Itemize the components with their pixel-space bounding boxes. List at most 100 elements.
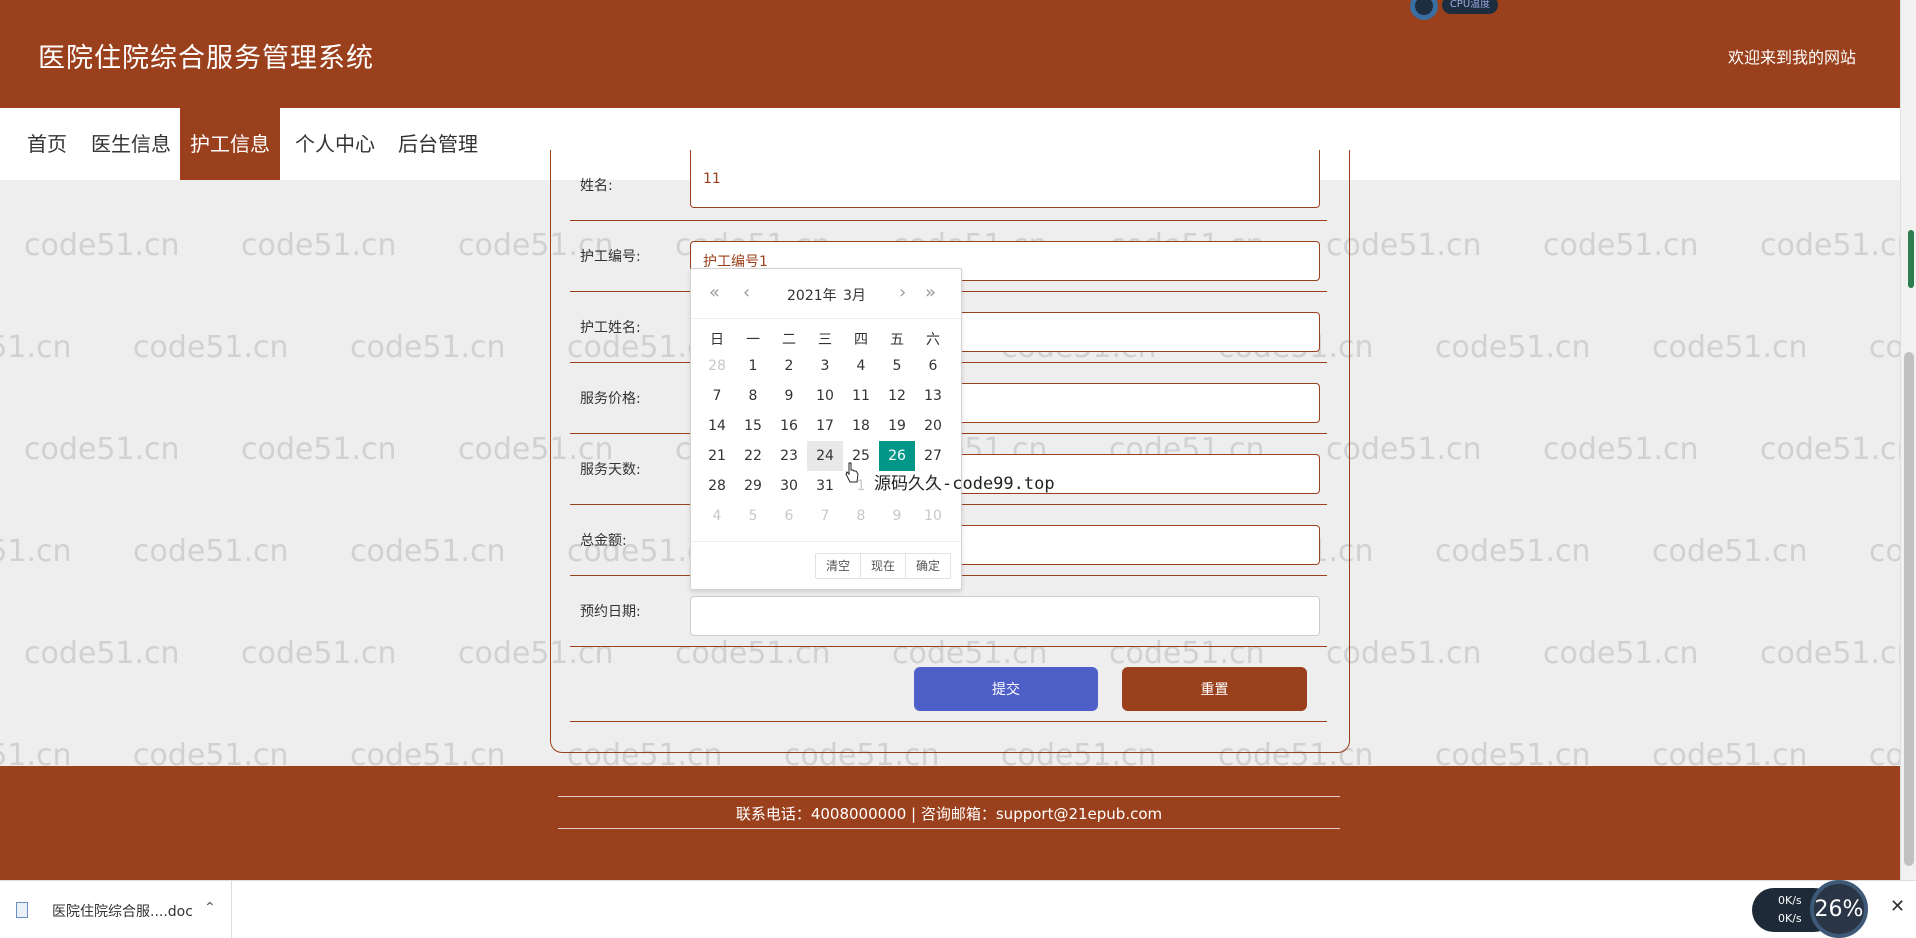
watermark-text: code51.cn <box>241 228 397 263</box>
watermark-text: code51.cn <box>133 330 289 365</box>
calendar-day[interactable]: 27 <box>915 441 951 471</box>
calendar-day[interactable]: 28 <box>699 471 735 501</box>
calendar-day[interactable]: 19 <box>879 411 915 441</box>
scroll-indicator <box>1908 230 1914 288</box>
nav-item-admin[interactable]: 后台管理 <box>398 108 478 180</box>
calendar-day-other-month[interactable]: 4 <box>699 501 735 531</box>
calendar-day[interactable]: 30 <box>771 471 807 501</box>
download-item[interactable]: 医院住院综合服....doc ⌃ <box>0 881 232 938</box>
watermark-text: code51.cn <box>133 534 289 569</box>
calendar-day[interactable]: 2 <box>771 351 807 381</box>
watermark-text: code51.cn <box>350 330 506 365</box>
calendar-day[interactable]: 7 <box>699 381 735 411</box>
calendar-week: 7 8 9 10 11 12 13 <box>699 381 955 411</box>
calendar-day[interactable]: 5 <box>879 351 915 381</box>
calendar-day-other-month[interactable]: 5 <box>735 501 771 531</box>
download-shelf: 医院住院综合服....doc ⌃ <box>0 880 1916 938</box>
watermark-text: code51.cn <box>241 432 397 467</box>
calendar-day[interactable]: 3 <box>807 351 843 381</box>
calendar-day[interactable]: 11 <box>843 381 879 411</box>
calendar-day-other-month[interactable]: 9 <box>879 501 915 531</box>
calendar-week: 14 15 16 17 18 19 20 <box>699 411 955 441</box>
calendar-day[interactable]: 16 <box>771 411 807 441</box>
prev-month-icon[interactable]: ‹ <box>743 283 750 303</box>
watermark-text: code51.cn <box>1652 330 1808 365</box>
calendar-day[interactable]: 18 <box>843 411 879 441</box>
source-tooltip: 源码久久-code99.top <box>874 474 1055 494</box>
page-scrollbar[interactable] <box>1900 0 1916 880</box>
date-picker: « ‹ 2021年 3月 › » 日一二三四五六 28 1 2 3 4 5 6 7 8 9 10 11… <box>690 268 962 590</box>
calendar-day[interactable]: 8 <box>735 381 771 411</box>
year-selector[interactable]: 2021年 <box>787 285 837 305</box>
chevron-up-icon[interactable]: ⌃ <box>204 900 216 916</box>
watermark-text: code51.cn <box>1652 534 1808 569</box>
calendar-day[interactable]: 20 <box>915 411 951 441</box>
site-header: 医院住院综合服务管理系统 CPU温度 欢迎来到我的网站 <box>0 0 1900 108</box>
calendar-day[interactable]: 13 <box>915 381 951 411</box>
watermark-text: code51.cn <box>1543 432 1699 467</box>
reset-button[interactable]: 重置 <box>1122 667 1307 711</box>
divider <box>570 721 1327 722</box>
calendar-day[interactable]: 14 <box>699 411 735 441</box>
calendar-day-other-month[interactable]: 7 <box>807 501 843 531</box>
cpu-temperature-widget[interactable]: CPU温度 <box>1410 0 1528 22</box>
calendar-day[interactable]: 22 <box>735 441 771 471</box>
calendar-day[interactable]: 24 <box>807 441 843 471</box>
field-label: 护工姓名: <box>580 320 641 336</box>
calendar-day[interactable]: 4 <box>843 351 879 381</box>
calendar-day-other-month[interactable]: 6 <box>771 501 807 531</box>
network-usage-gauge: 26% <box>1810 880 1868 938</box>
calendar-day[interactable]: 31 <box>807 471 843 501</box>
watermark-text: code51.cn <box>350 534 506 569</box>
calendar-day[interactable]: 9 <box>771 381 807 411</box>
document-icon <box>16 902 28 918</box>
calendar-day[interactable]: 15 <box>735 411 771 441</box>
footer-divider <box>558 828 1340 829</box>
submit-button[interactable]: 提交 <box>914 667 1098 711</box>
close-shelf-icon[interactable]: ✕ <box>1890 896 1905 917</box>
calendar-day[interactable]: 21 <box>699 441 735 471</box>
calendar-day[interactable]: 17 <box>807 411 843 441</box>
field-label: 护工编号: <box>580 249 641 265</box>
nav-item-doctors[interactable]: 医生信息 <box>91 108 171 180</box>
calendar-day-other-month[interactable]: 28 <box>699 351 735 381</box>
welcome-text: 欢迎来到我的网站 <box>1727 48 1856 67</box>
calendar-day[interactable]: 10 <box>807 381 843 411</box>
watermark-text: code51.cn <box>1760 228 1916 263</box>
site-footer: 联系电话：4008000000 | 咨询邮箱：support@21epub.co… <box>0 766 1900 880</box>
nav-item-caregivers[interactable]: 护工信息 <box>180 108 280 180</box>
calendar-week: 4 5 6 7 8 9 10 <box>699 501 955 531</box>
date-picker-footer: 清空 现在 确定 <box>691 541 961 589</box>
watermark-text: code51.cn <box>1435 330 1591 365</box>
form-row-name: 姓名: 11 <box>570 150 1327 221</box>
network-speed-widget[interactable]: 0K/s 0K/s 26% <box>1752 880 1868 938</box>
watermark-text: code51.cn <box>24 432 180 467</box>
name-input[interactable]: 11 <box>690 150 1320 208</box>
confirm-date-button[interactable]: 确定 <box>906 554 950 578</box>
nav-item-profile[interactable]: 个人中心 <box>295 108 375 180</box>
calendar-day[interactable]: 29 <box>735 471 771 501</box>
now-button[interactable]: 现在 <box>861 554 906 578</box>
calendar-day[interactable]: 6 <box>915 351 951 381</box>
booking-date-input[interactable] <box>690 596 1320 636</box>
prev-year-icon[interactable]: « <box>709 283 720 303</box>
clear-date-button[interactable]: 清空 <box>816 554 861 578</box>
cpu-label: CPU温度 <box>1442 0 1498 14</box>
next-month-icon[interactable]: › <box>899 283 906 303</box>
calendar-day[interactable]: 12 <box>879 381 915 411</box>
nav-item-home[interactable]: 首页 <box>27 108 67 180</box>
calendar-day-other-month[interactable]: 8 <box>843 501 879 531</box>
footer-contact: 联系电话：4008000000 | 咨询邮箱：support@21epub.co… <box>735 805 1163 823</box>
calendar-day[interactable]: 1 <box>735 351 771 381</box>
watermark-text: code51.cn <box>1760 432 1916 467</box>
watermark-text: code51.cn <box>24 636 180 671</box>
calendar-day-other-month[interactable]: 10 <box>915 501 951 531</box>
month-selector[interactable]: 3月 <box>843 285 866 305</box>
calendar-day[interactable]: 23 <box>771 441 807 471</box>
next-year-icon[interactable]: » <box>925 283 936 303</box>
scrollbar-thumb[interactable] <box>1904 352 1914 866</box>
date-picker-actions: 清空 现在 确定 <box>814 553 951 579</box>
calendar-day[interactable]: 26 <box>879 441 915 471</box>
field-label: 服务价格: <box>580 391 641 407</box>
field-label: 总金额: <box>580 533 627 549</box>
